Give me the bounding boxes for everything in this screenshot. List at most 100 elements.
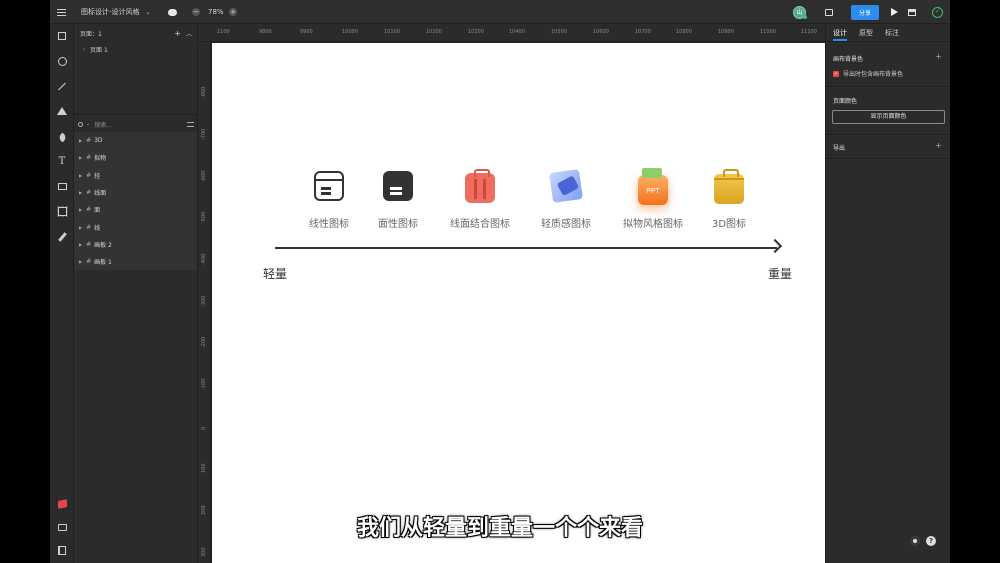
icon-style-label: 线性图标 (309, 219, 349, 230)
ruler-horizontal: 1100 9800 9900 10000 10100 10200 10300 1… (199, 24, 825, 42)
frame-icon: # (86, 154, 92, 162)
expand-arrow-icon[interactable]: ▶ (79, 155, 82, 160)
export-bg-checkbox[interactable]: ✓ 导出时包含画布背景色 (833, 69, 903, 78)
expand-arrow-icon[interactable]: ▶ (79, 190, 82, 195)
image-tool-icon[interactable] (56, 180, 68, 192)
add-icon[interactable]: + (935, 52, 942, 61)
ruler-tick: -700 (201, 128, 207, 140)
add-export-icon[interactable]: + (935, 141, 942, 150)
avatar[interactable]: 山 (793, 0, 807, 24)
document-title-dropdown[interactable]: 图标设计-设计风格 ⌄ (81, 0, 151, 24)
layers-panel: ⌄ 搜索... ▶ #3D ▶ # 拟物 ▶ # 轻 ▶ # 线面 ▶ # 面 ▶ # 线 ▶ # 画板 … (74, 114, 198, 563)
ruler-tick: 10700 (635, 29, 651, 35)
icon-style-label: 3D图标 (711, 219, 747, 230)
play-icon[interactable] (891, 0, 898, 24)
frame-icon: # (86, 223, 92, 231)
book-icon[interactable] (56, 544, 68, 556)
check-icon: ✓ (82, 46, 88, 53)
zoom-in-button[interactable]: + (229, 0, 237, 24)
online-status-dot (803, 15, 807, 19)
layer-label: 画板 1 (94, 259, 112, 267)
show-page-color-button[interactable]: 显示页面颜色 (832, 110, 945, 124)
expand-arrow-icon[interactable]: ▶ (79, 173, 82, 178)
layer-item[interactable]: ▶ # 线面 (74, 184, 197, 201)
layout-icon[interactable] (908, 0, 916, 24)
pages-panel: 页面：1 + ︿ ✓ 页面 1 (74, 24, 198, 114)
divider (826, 158, 950, 159)
zoom-out-button[interactable]: − (192, 0, 200, 24)
ppt-badge: PPT (646, 188, 660, 195)
saved-check-icon[interactable]: ✓ (932, 0, 943, 24)
ruler-tick: -400 (201, 253, 207, 265)
expand-arrow-icon[interactable]: ▶ (79, 242, 82, 247)
light-card-icon (549, 169, 583, 203)
arrow-right-icon (767, 238, 783, 254)
ruler-tick: 1100 (217, 29, 230, 35)
layer-list: ▶ #3D ▶ # 拟物 ▶ # 轻 ▶ # 线面 ▶ # 面 ▶ # 线 ▶ # 画板 2 ▶ # 画板 1 (74, 132, 197, 271)
ruler-tick: 10100 (384, 29, 400, 35)
layer-label: 线 (94, 224, 101, 232)
zoom-level[interactable]: 78% (208, 0, 224, 24)
share-button[interactable]: 分享 (851, 0, 880, 24)
page-item[interactable]: ✓ 页面 1 (82, 45, 108, 54)
add-page-icon[interactable]: + (174, 29, 181, 38)
frame-icon: # (86, 258, 92, 266)
search-icon (78, 121, 83, 127)
artboard[interactable]: 线性图标 面性图标 线面结合图标 轻质感图标 PPT 拟物风格图标 3D图标 轻… (212, 43, 825, 563)
tab-design[interactable]: 设计 (833, 28, 847, 41)
chevron-down-icon: ⌄ (145, 8, 151, 16)
layers-red-icon[interactable] (56, 498, 68, 510)
ruler-tick: 10800 (676, 29, 692, 35)
ruler-tick: 0 (201, 426, 207, 430)
ruler-tick: 10500 (551, 29, 567, 35)
divider (826, 86, 950, 87)
icon-style-label: 轻质感图标 (541, 219, 591, 230)
ellipse-tool-icon[interactable] (56, 55, 68, 67)
pen-tool-icon[interactable] (56, 131, 68, 143)
expand-arrow-icon[interactable]: ▶ (79, 138, 82, 143)
top-bar: 图标设计-设计风格 ⌄ − 78% + 山 分享 ✓ (50, 0, 950, 24)
ruler-tick: 10900 (718, 29, 734, 35)
frame-tool-icon[interactable] (56, 205, 68, 217)
expand-arrow-icon[interactable]: ▶ (79, 259, 82, 264)
layer-item[interactable]: ▶ # 画板 2 (74, 236, 197, 253)
frame-icon: # (86, 240, 92, 248)
layer-item[interactable]: ▶ # 面 (74, 201, 197, 218)
layers-stack-icon[interactable] (825, 0, 833, 24)
properties-tabs: 设计 原型 标注 (826, 24, 950, 42)
expand-arrow-icon[interactable]: ▶ (79, 207, 82, 212)
layer-item[interactable]: ▶ # 轻 (74, 167, 197, 184)
tab-annotation[interactable]: 标注 (885, 28, 899, 38)
triangle-tool-icon[interactable] (56, 105, 68, 117)
ruler-tick: -200 (201, 336, 207, 348)
menu-icon[interactable] (57, 0, 69, 24)
layer-label: 3D (94, 137, 103, 145)
line-tool-icon[interactable] (56, 80, 68, 92)
export-title: 导出 (833, 145, 846, 152)
expand-arrow-icon[interactable]: ▶ (79, 225, 82, 230)
ruler-tick: 10000 (342, 29, 358, 35)
tab-prototype[interactable]: 原型 (859, 28, 873, 38)
comment-icon[interactable] (168, 0, 177, 24)
ruler-tick: 9900 (300, 29, 313, 35)
filter-icon[interactable] (187, 121, 194, 127)
layer-item[interactable]: ▶ # 拟物 (74, 149, 197, 166)
layer-label: 轻 (94, 172, 101, 180)
layer-label: 线面 (94, 190, 107, 198)
layer-item[interactable]: ▶ #3D (74, 132, 197, 149)
brush-tool-icon[interactable] (56, 231, 68, 243)
canvas-area[interactable]: 1100 9800 9900 10000 10100 10200 10300 1… (199, 24, 825, 563)
collapse-chevron-icon[interactable]: ︿ (186, 29, 192, 38)
page-item-label: 页面 1 (90, 47, 108, 54)
icon-style-label: 面性图标 (378, 219, 418, 230)
rectangle-tool-icon[interactable] (56, 30, 68, 42)
layer-item[interactable]: ▶ # 线 (74, 218, 197, 235)
ruler-tick: 11000 (760, 29, 776, 35)
divider (826, 134, 950, 135)
layer-label: 画板 2 (94, 241, 112, 249)
text-tool-icon[interactable]: T (56, 155, 68, 167)
ppt-folder-icon: PPT (638, 168, 668, 205)
ruler-tick: 10400 (509, 29, 525, 35)
layer-search[interactable]: ⌄ 搜索... (78, 118, 194, 130)
layer-item[interactable]: ▶ # 画板 1 (74, 253, 197, 270)
